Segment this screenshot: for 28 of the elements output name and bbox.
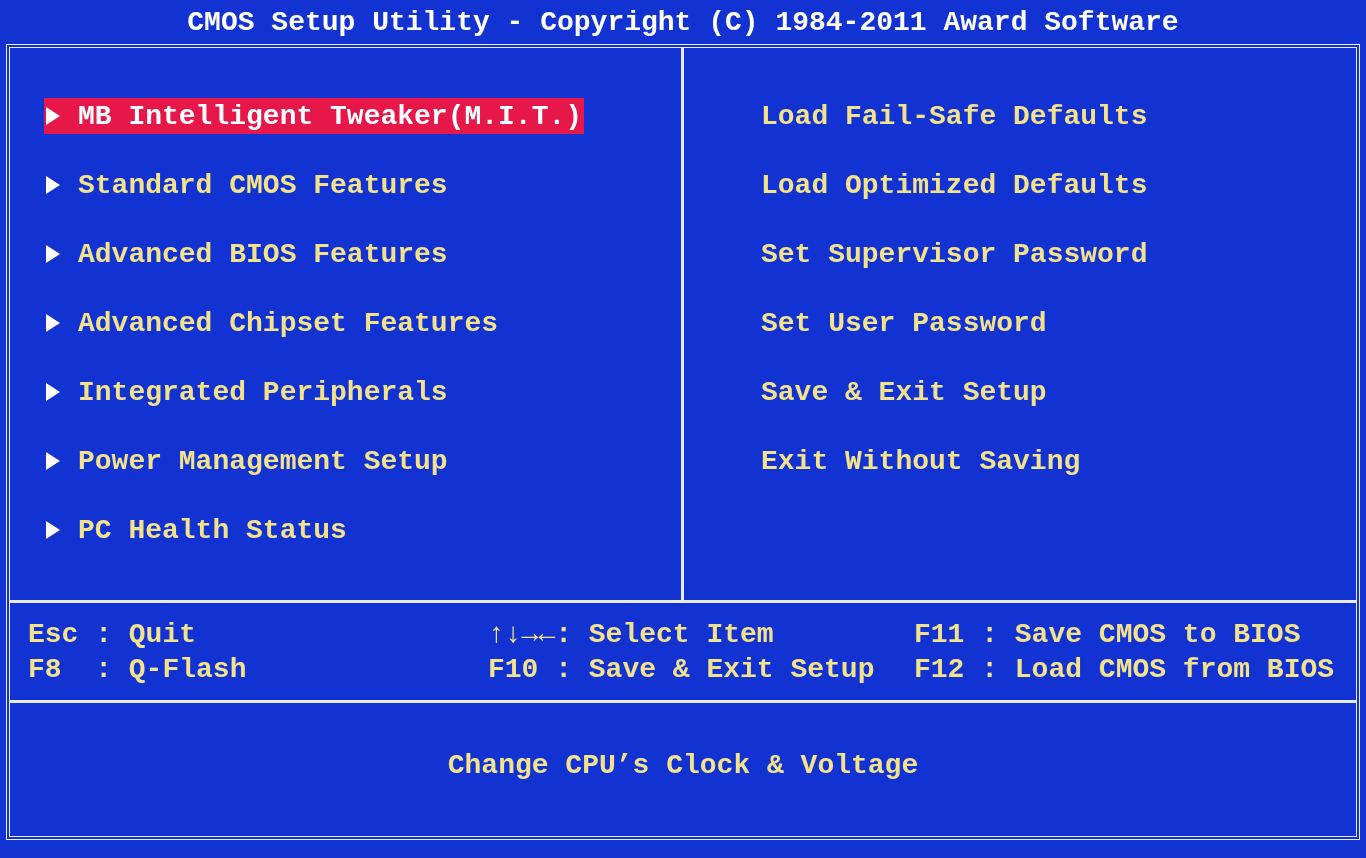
menu-item[interactable]: Set Supervisor Password	[759, 236, 1150, 272]
triangle-icon	[46, 314, 60, 332]
menu-item[interactable]: Load Optimized Defaults	[759, 167, 1150, 203]
triangle-icon	[46, 383, 60, 401]
menu-item[interactable]: MB Intelligent Tweaker(M.I.T.)	[44, 98, 585, 134]
menu-item[interactable]: Standard CMOS Features	[44, 167, 450, 203]
key-hint: Esc : Quit	[28, 618, 197, 652]
menu-item[interactable]: PC Health Status	[44, 512, 349, 548]
triangle-icon	[46, 521, 60, 539]
key-hint: F10 : Save & Exit Setup	[488, 653, 875, 687]
key-hint: F11 : Save CMOS to BIOS	[914, 618, 1301, 652]
triangle-icon	[46, 245, 60, 263]
menu-item[interactable]: Exit Without Saving	[759, 443, 1083, 479]
triangle-icon	[46, 452, 60, 470]
key-hint: F8 : Q-Flash	[28, 653, 247, 687]
window-title: CMOS Setup Utility - Copyright (C) 1984-2011 Award Software	[186, 5, 1180, 40]
triangle-icon	[46, 107, 60, 125]
menu-item[interactable]: Save & Exit Setup	[759, 374, 1049, 410]
triangle-icon	[46, 176, 60, 194]
menu-item[interactable]: Integrated Peripherals	[44, 374, 450, 410]
item-description: Change CPU’s Clock & Voltage	[447, 750, 919, 781]
menu-item[interactable]: Power Management Setup	[44, 443, 450, 479]
key-hint: F12 : Load CMOS from BIOS	[914, 653, 1335, 687]
menu-item[interactable]: Set User Password	[759, 305, 1049, 341]
menu-item[interactable]: Load Fail-Safe Defaults	[759, 98, 1150, 134]
key-hint: ↑↓→←: Select Item	[488, 618, 774, 652]
menu-item[interactable]: Advanced BIOS Features	[44, 236, 450, 272]
menu-item[interactable]: Advanced Chipset Features	[44, 305, 501, 341]
